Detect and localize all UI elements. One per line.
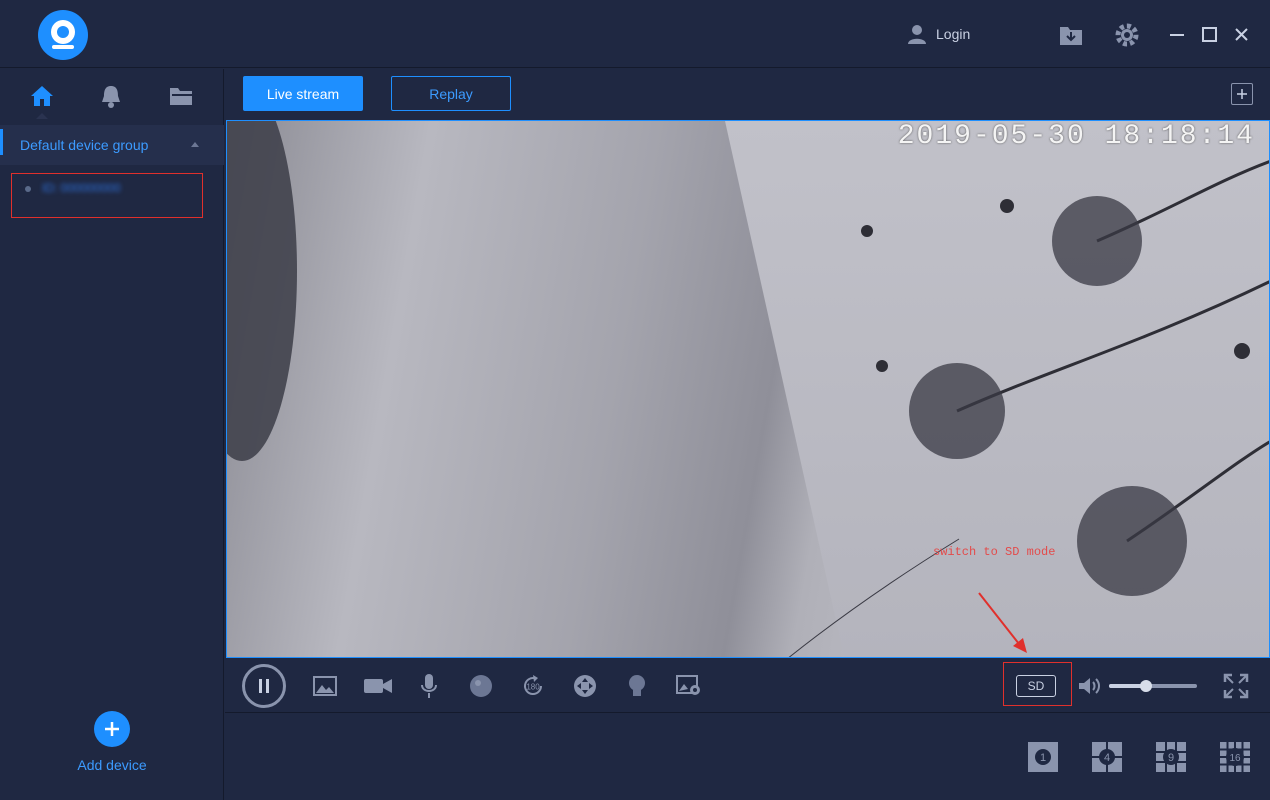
- add-device-button[interactable]: Add device: [0, 711, 224, 773]
- tab-replay[interactable]: Replay: [391, 76, 511, 111]
- tab-notifications[interactable]: [91, 81, 131, 111]
- folder-icon: [170, 88, 192, 105]
- title-bar: Login: [0, 0, 1270, 68]
- layout-9-icon: 9: [1156, 742, 1186, 772]
- tab-indicator: [36, 113, 48, 119]
- quality-toggle-button[interactable]: SD: [1016, 675, 1056, 697]
- device-label: ID: 000000000: [42, 181, 121, 195]
- plus-icon: [94, 711, 130, 747]
- group-accent: [0, 129, 3, 155]
- status-dot: [25, 186, 31, 192]
- snapshot-button[interactable]: [312, 673, 338, 699]
- user-icon: [908, 25, 926, 44]
- annotation-arrow: [978, 592, 1027, 653]
- layout-16-label: 16: [1229, 753, 1241, 764]
- sidebar: Default device group ID: 000000000 Add d…: [0, 69, 224, 800]
- minimize-icon[interactable]: [1168, 22, 1194, 48]
- video-camera-icon: [364, 679, 392, 693]
- ptz-icon: [574, 675, 596, 697]
- home-icon: [31, 86, 53, 106]
- dome-icon: [470, 675, 492, 697]
- annotation-text: switch to SD mode: [933, 545, 1056, 559]
- collapse-icon[interactable]: [191, 142, 199, 147]
- login-button[interactable]: Login: [906, 22, 970, 46]
- record-button[interactable]: [363, 673, 393, 699]
- device-group-label: Default device group: [20, 137, 149, 153]
- image-settings-icon: [676, 675, 700, 695]
- view-tabs: Live stream Replay: [225, 69, 1270, 119]
- night-vision-button[interactable]: [468, 673, 494, 699]
- video-timestamp: 2019-05-30 18:18:14: [897, 121, 1255, 152]
- player-controls: 180 SD: [225, 659, 1270, 713]
- svg-text:180: 180: [526, 683, 540, 692]
- layout-1-icon: 1: [1028, 742, 1058, 772]
- plus-icon: [1237, 89, 1247, 99]
- device-item[interactable]: ID: 000000000: [11, 173, 203, 218]
- tab-home[interactable]: [22, 81, 62, 111]
- fullscreen-button[interactable]: [1222, 672, 1250, 700]
- tab-live-stream[interactable]: Live stream: [243, 76, 363, 111]
- device-group-row[interactable]: Default device group: [0, 125, 224, 165]
- talk-button[interactable]: [416, 673, 442, 699]
- quality-highlight: SD: [1003, 662, 1072, 706]
- tab-files[interactable]: [161, 81, 201, 111]
- layout-4-label: 4: [1104, 752, 1110, 764]
- fullscreen-icon: [1223, 673, 1249, 699]
- image-settings-button[interactable]: [676, 673, 702, 699]
- image-icon: [313, 676, 337, 696]
- layout-16-button[interactable]: 16: [1219, 741, 1251, 773]
- layout-16-icon: 16: [1220, 742, 1250, 772]
- volume-knob[interactable]: [1139, 680, 1152, 692]
- layout-9-button[interactable]: 9: [1155, 741, 1187, 773]
- login-label: Login: [936, 26, 971, 42]
- layout-4-button[interactable]: 4: [1091, 741, 1123, 773]
- layout-1-button[interactable]: 1: [1027, 741, 1059, 773]
- pause-icon: [259, 679, 269, 693]
- bulb-icon: [629, 675, 645, 696]
- download-icon[interactable]: [1058, 22, 1084, 48]
- speaker-icon: [1079, 678, 1100, 694]
- rotate-180-icon: 180: [524, 675, 543, 695]
- pause-button[interactable]: [242, 664, 286, 708]
- microphone-icon: [421, 674, 437, 698]
- layout-4-icon: 4: [1092, 742, 1122, 772]
- video-player[interactable]: 2019-05-30 18:18:14 switch to SD mode: [226, 120, 1270, 658]
- bell-icon: [102, 86, 120, 108]
- ptz-button[interactable]: [572, 673, 598, 699]
- add-view-button[interactable]: [1231, 83, 1253, 105]
- settings-icon[interactable]: [1114, 22, 1140, 48]
- volume-slider[interactable]: [1109, 680, 1197, 692]
- video-decal: [788, 160, 1269, 657]
- add-device-label: Add device: [77, 757, 147, 773]
- maximize-icon[interactable]: [1200, 22, 1226, 48]
- close-icon[interactable]: [1232, 22, 1258, 48]
- light-button[interactable]: [624, 673, 650, 699]
- rotate-180-button[interactable]: 180: [520, 673, 546, 699]
- layout-1-label: 1: [1040, 752, 1046, 764]
- volume-button[interactable]: [1077, 673, 1103, 699]
- layout-9-label: 9: [1168, 752, 1174, 764]
- logo-icon: [38, 10, 88, 60]
